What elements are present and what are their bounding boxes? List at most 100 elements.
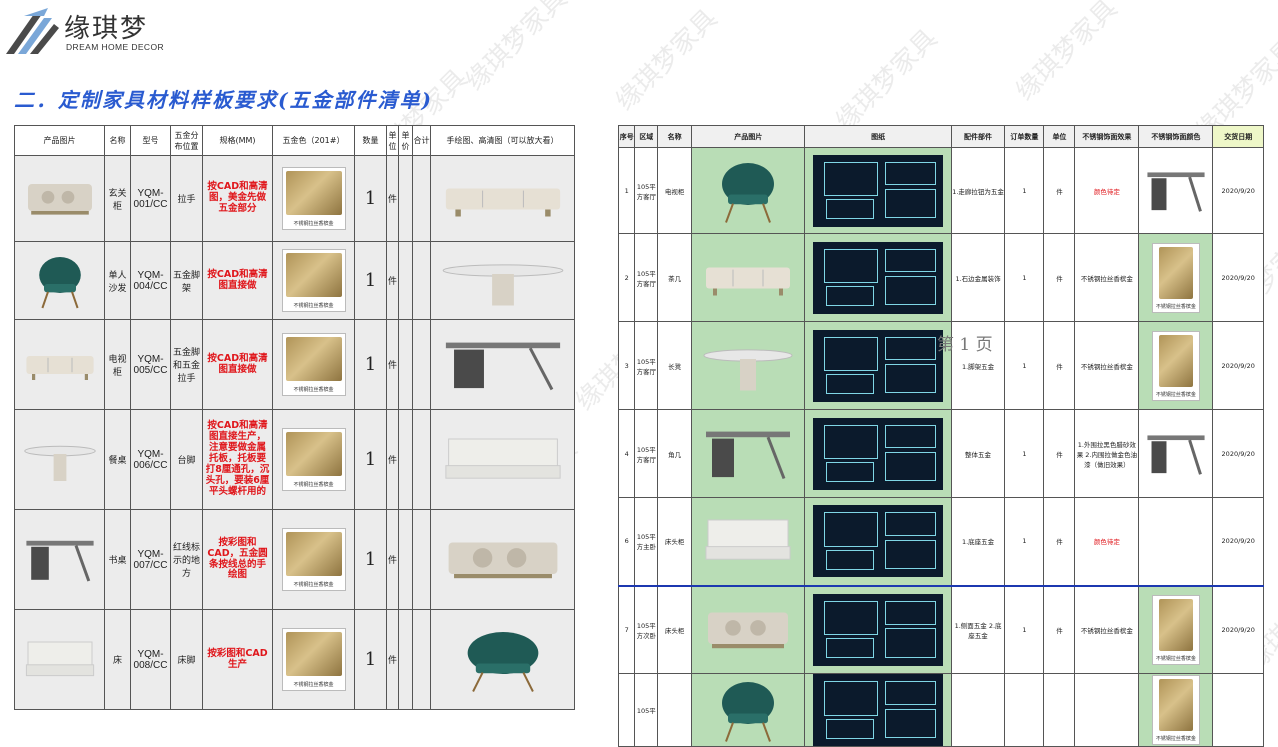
product-photo	[23, 445, 96, 481]
product-name: 床	[104, 609, 131, 710]
finish-effect: 颜色待定	[1074, 497, 1140, 586]
delivery-date: 2020/9/20	[1212, 497, 1264, 586]
item-name: 长凳	[657, 321, 693, 410]
table-row: 7 105平方次卧 床头柜 1.侧面五金 2.底座五金 1 件不锈钢拉丝香槟金 不锈钢拉丝香…	[617, 584, 1264, 674]
item-name: 角几	[657, 409, 693, 498]
order-list-table: 序号 区域 名称 产品图片 图纸 配件部件 订单数量 单位 不锈钢饰面效果 不锈钢饰面颜色 交货日期…	[617, 125, 1264, 747]
order-quantity: 1	[1004, 497, 1045, 586]
product-image-cell	[691, 409, 806, 498]
product-name: 书桌	[104, 509, 131, 610]
finish-color-cell: 不锈钢拉丝香槟金	[1138, 584, 1214, 674]
swatch-caption: 不锈钢拉丝香槟金	[293, 482, 334, 488]
finish-color-cell	[1138, 409, 1214, 498]
total	[412, 409, 431, 510]
swatch-caption: 不锈钢拉丝香槟金	[293, 387, 334, 393]
swatch-cell: 不锈钢拉丝香槟金	[272, 155, 355, 242]
unit: 件	[386, 241, 399, 320]
row-number	[617, 673, 636, 747]
product-photo	[25, 540, 94, 582]
item-name: 床头柜	[657, 497, 693, 586]
order-quantity: 1	[1004, 147, 1045, 234]
unit: 件	[1043, 584, 1076, 674]
product-image-cell	[691, 673, 806, 747]
table-header-row: 产品图片 名称 型号 五金分布位置 规格(MM) 五金色（201#） 数量 单位 单价 合计 手绘图…	[14, 125, 575, 156]
hardware-position: 拉手	[170, 155, 203, 242]
product-name: 单人沙发	[104, 241, 131, 320]
item-name: 电视柜	[657, 147, 693, 234]
swatch-caption: 不锈钢拉丝香槟金	[293, 682, 334, 688]
drawing-cell	[804, 321, 952, 410]
hardware-position: 五金脚架	[170, 241, 203, 320]
row-number: 4	[617, 409, 636, 498]
swatch-caption: 不锈钢拉丝香槟金	[1155, 736, 1196, 742]
brand-logo: 缘琪梦 DREAM HOME DECOR	[4, 4, 179, 58]
drawing-cell	[804, 673, 952, 747]
row-number: 7	[617, 584, 636, 674]
column-header: 五金色（201#）	[272, 125, 355, 156]
drawing-cell	[804, 497, 952, 586]
parts	[950, 673, 1006, 747]
column-header: 区域	[634, 125, 659, 148]
column-header: 图纸	[804, 125, 952, 148]
product-model: YQM-008/CC	[130, 609, 171, 710]
item-name: 床头柜	[657, 584, 693, 674]
unit-price	[398, 155, 413, 242]
finish-effect: 不锈钢拉丝香槟金	[1074, 321, 1140, 410]
table-row: 床 YQM-008/CC 床脚 按彩图和CAD生产 不锈钢拉丝香槟金 1 件	[14, 609, 575, 710]
product-photo	[1147, 434, 1205, 475]
product-image-cell	[691, 497, 806, 586]
cad-drawing	[813, 505, 944, 578]
product-image-cell	[691, 321, 806, 410]
finish-effect: 不锈钢拉丝香槟金	[1074, 584, 1140, 674]
finish-color-cell	[1138, 497, 1214, 586]
item-name	[657, 673, 693, 747]
finish-effect	[1074, 673, 1140, 747]
swatch-cell: 不锈钢拉丝香槟金	[272, 609, 355, 710]
parts: 1.石边金属装饰	[950, 233, 1006, 322]
product-photo	[27, 183, 92, 215]
sketch-image-cell	[430, 409, 575, 510]
column-header: 数量	[354, 125, 387, 156]
drawing-cell	[804, 147, 952, 234]
unit: 件	[386, 509, 399, 610]
product-model: YQM-004/CC	[130, 241, 171, 320]
material-swatch-card: 不锈钢拉丝香槟金	[281, 167, 346, 230]
cad-drawing	[813, 593, 944, 666]
product-image-cell	[14, 241, 105, 320]
product-name: 玄关柜	[104, 155, 131, 242]
material-swatch-card: 不锈钢拉丝香槟金	[1151, 242, 1200, 313]
product-photo	[703, 348, 793, 390]
sketch-image-cell	[430, 241, 575, 320]
delivery-date	[1212, 673, 1264, 747]
material-swatch-card: 不锈钢拉丝香槟金	[1151, 675, 1200, 745]
table-row: 1 105平方客厅 电视柜 1.走廊拉钮为五金 1 件颜色待定 2020/9/20	[617, 147, 1264, 234]
table-row: 6 105平方主卧 床头柜 1.底座五金 1 件颜色待定 2020/9/20	[617, 497, 1264, 586]
area: 105平方主卧	[634, 497, 659, 586]
row-number: 3	[617, 321, 636, 410]
product-model: YQM-005/CC	[130, 319, 171, 410]
champagne-gold-swatch	[285, 632, 342, 676]
column-header: 不锈钢饰面颜色	[1138, 125, 1214, 148]
spec-requirement: 按CAD和高清图，美金先做五金部分	[202, 155, 273, 242]
finish-effect: 不锈钢拉丝香槟金	[1074, 233, 1140, 322]
unit: 件	[386, 319, 399, 410]
watermark-text: 缘琪梦家具	[610, 3, 724, 117]
area: 105平方客厅	[634, 147, 659, 234]
order-quantity: 1	[1004, 584, 1045, 674]
swatch-caption: 不锈钢拉丝香槟金	[1155, 655, 1196, 662]
spec-requirement: 按彩图和CAD，五金圆条按线总的手绘图	[202, 509, 273, 610]
watermark-text: 缘琪梦家具	[1010, 0, 1124, 107]
swatch-cell: 不锈钢拉丝香槟金	[272, 409, 355, 510]
finish-effect: 颜色待定	[1074, 147, 1140, 234]
logo-mark-icon	[6, 8, 59, 54]
product-image-cell	[14, 509, 105, 610]
product-photo	[38, 256, 81, 308]
delivery-date: 2020/9/20	[1212, 409, 1264, 498]
product-photo	[445, 342, 560, 390]
product-photo	[444, 438, 561, 479]
finish-color-cell: 不锈钢拉丝香槟金	[1138, 233, 1214, 322]
column-header: 交货日期	[1212, 125, 1264, 148]
unit: 件	[1043, 233, 1076, 322]
product-photo	[25, 355, 94, 380]
material-swatch-card: 不锈钢拉丝香槟金	[281, 249, 346, 312]
